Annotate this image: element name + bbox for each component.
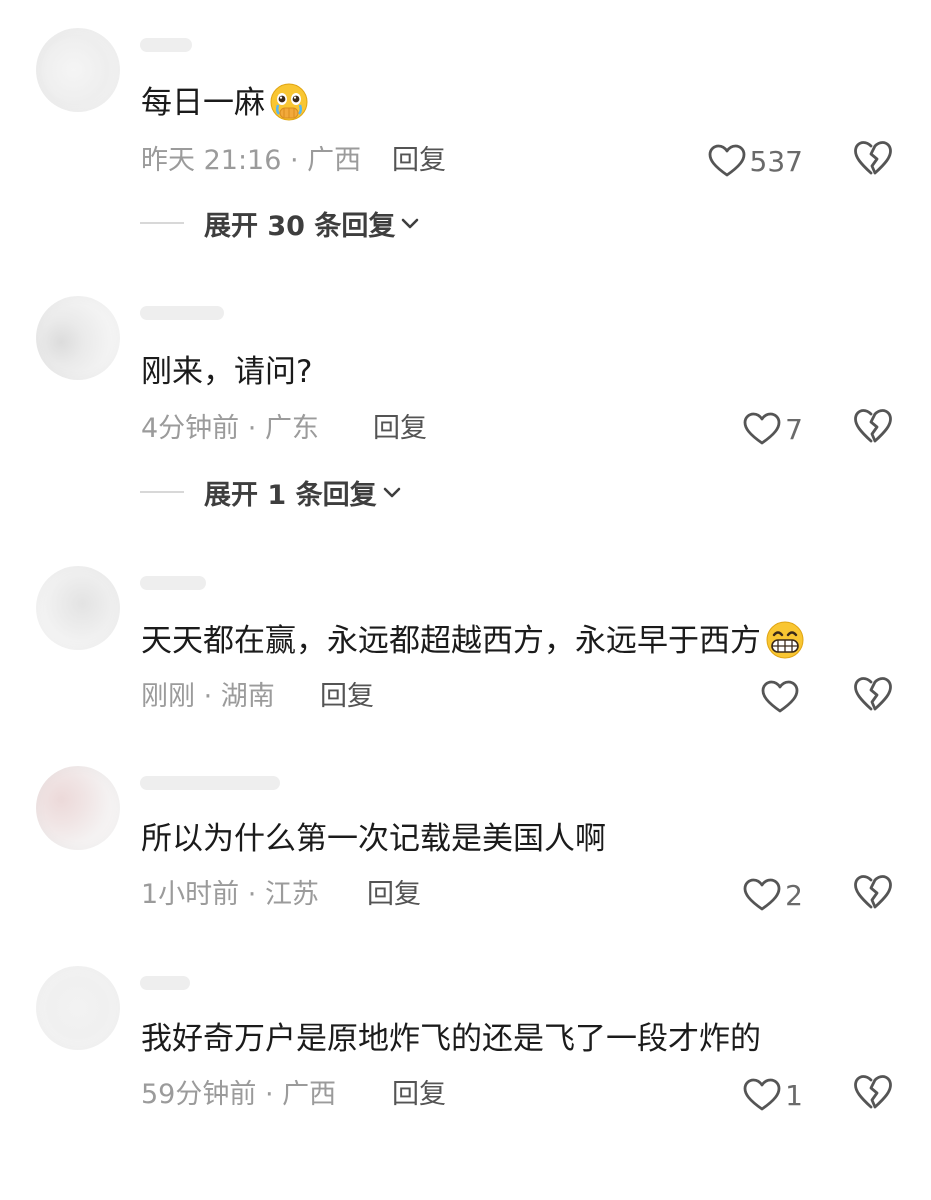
dislike-button[interactable] (853, 408, 893, 448)
like-count: 2 (785, 878, 803, 912)
expand-replies-label: 展开 1 条回复 (204, 479, 377, 511)
comment-text: 刚来，请问? (141, 354, 313, 390)
heart-outline-icon (743, 1078, 781, 1111)
expand-replies[interactable]: 展开 1 条回复 (140, 472, 403, 512)
dislike-button[interactable] (853, 1074, 893, 1114)
username-blurred[interactable] (140, 300, 224, 326)
meta-separator: · (195, 681, 221, 712)
comment-location: 广东 (264, 413, 319, 444)
meta-separator: · (281, 145, 308, 176)
comment-location: 广西 (307, 145, 362, 176)
avatar[interactable] (36, 296, 120, 380)
broken-heart-icon (854, 875, 892, 909)
avatar[interactable] (36, 966, 120, 1050)
comment-location: 江苏 (264, 879, 319, 910)
comment-location: 湖南 (220, 681, 275, 712)
like-button[interactable]: 7 (743, 409, 803, 449)
username-blurred[interactable] (140, 770, 280, 796)
broken-heart-icon (854, 141, 892, 175)
comment-time: 4分钟前 (141, 413, 240, 444)
comment-meta: 4分钟前 · 广东 (141, 412, 319, 446)
comment-meta: 1小时前 · 江苏 (141, 878, 319, 912)
comment-meta: 59分钟前 · 广西 (141, 1078, 336, 1112)
username-blurred[interactable] (140, 570, 206, 596)
like-button[interactable]: 1 (743, 1075, 803, 1115)
comment-text: 天天都在赢，永远都超越西方，永远早于西方 (141, 621, 805, 663)
reply-button[interactable]: 回复 (367, 878, 421, 912)
meta-separator: · (239, 413, 265, 444)
comment-text: 我好奇万户是原地炸飞的还是飞了一段才炸的 (141, 1021, 761, 1057)
avatar[interactable] (36, 28, 120, 112)
comment-time: 1小时前 (141, 879, 240, 910)
like-button[interactable]: 2 (743, 875, 803, 915)
divider-line (140, 222, 184, 224)
reply-button[interactable]: 回复 (392, 1078, 446, 1112)
pleading-face-emoji (269, 82, 309, 122)
heart-outline-icon (708, 144, 745, 177)
heart-outline-icon (743, 878, 781, 911)
reply-button[interactable]: 回复 (392, 144, 446, 178)
like-count: 537 (749, 144, 803, 178)
expand-replies[interactable]: 展开 30 条回复 (140, 203, 421, 243)
username-blurred[interactable] (140, 32, 192, 58)
chevron-down-icon (383, 487, 400, 498)
expand-replies-label: 展开 30 条回复 (204, 210, 396, 242)
like-button[interactable]: 537 (708, 141, 803, 181)
broken-heart-icon (854, 677, 892, 711)
comment-meta: 昨天 21:16 · 广西 (141, 144, 361, 178)
comment-text: 所以为什么第一次记载是美国人啊 (141, 821, 606, 857)
heart-outline-icon (743, 412, 781, 445)
like-count: 1 (785, 1078, 803, 1112)
broken-heart-icon (854, 1075, 892, 1109)
meta-separator: · (256, 1079, 283, 1110)
like-button[interactable] (761, 677, 803, 717)
comment-meta: 刚刚 · 湖南 (141, 680, 275, 714)
username-blurred[interactable] (140, 970, 190, 996)
grinning-face-emoji (765, 620, 805, 660)
dislike-button[interactable] (853, 140, 893, 180)
dislike-button[interactable] (853, 676, 893, 716)
avatar[interactable] (36, 566, 120, 650)
avatar[interactable] (36, 766, 120, 850)
meta-separator: · (239, 879, 265, 910)
dislike-button[interactable] (853, 874, 893, 914)
comment-location: 广西 (282, 1079, 337, 1110)
heart-outline-icon (761, 680, 799, 713)
comment-time: 59分钟前 (141, 1079, 257, 1110)
divider-line (140, 491, 184, 493)
broken-heart-icon (854, 409, 892, 443)
chevron-down-icon (402, 218, 419, 229)
comment-text: 每日一麻 (141, 83, 309, 125)
reply-button[interactable]: 回复 (320, 680, 374, 714)
like-count: 7 (785, 412, 803, 446)
reply-button[interactable]: 回复 (373, 412, 427, 446)
comment-time: 刚刚 (141, 681, 195, 712)
comment-time: 昨天 21:16 (141, 145, 282, 176)
